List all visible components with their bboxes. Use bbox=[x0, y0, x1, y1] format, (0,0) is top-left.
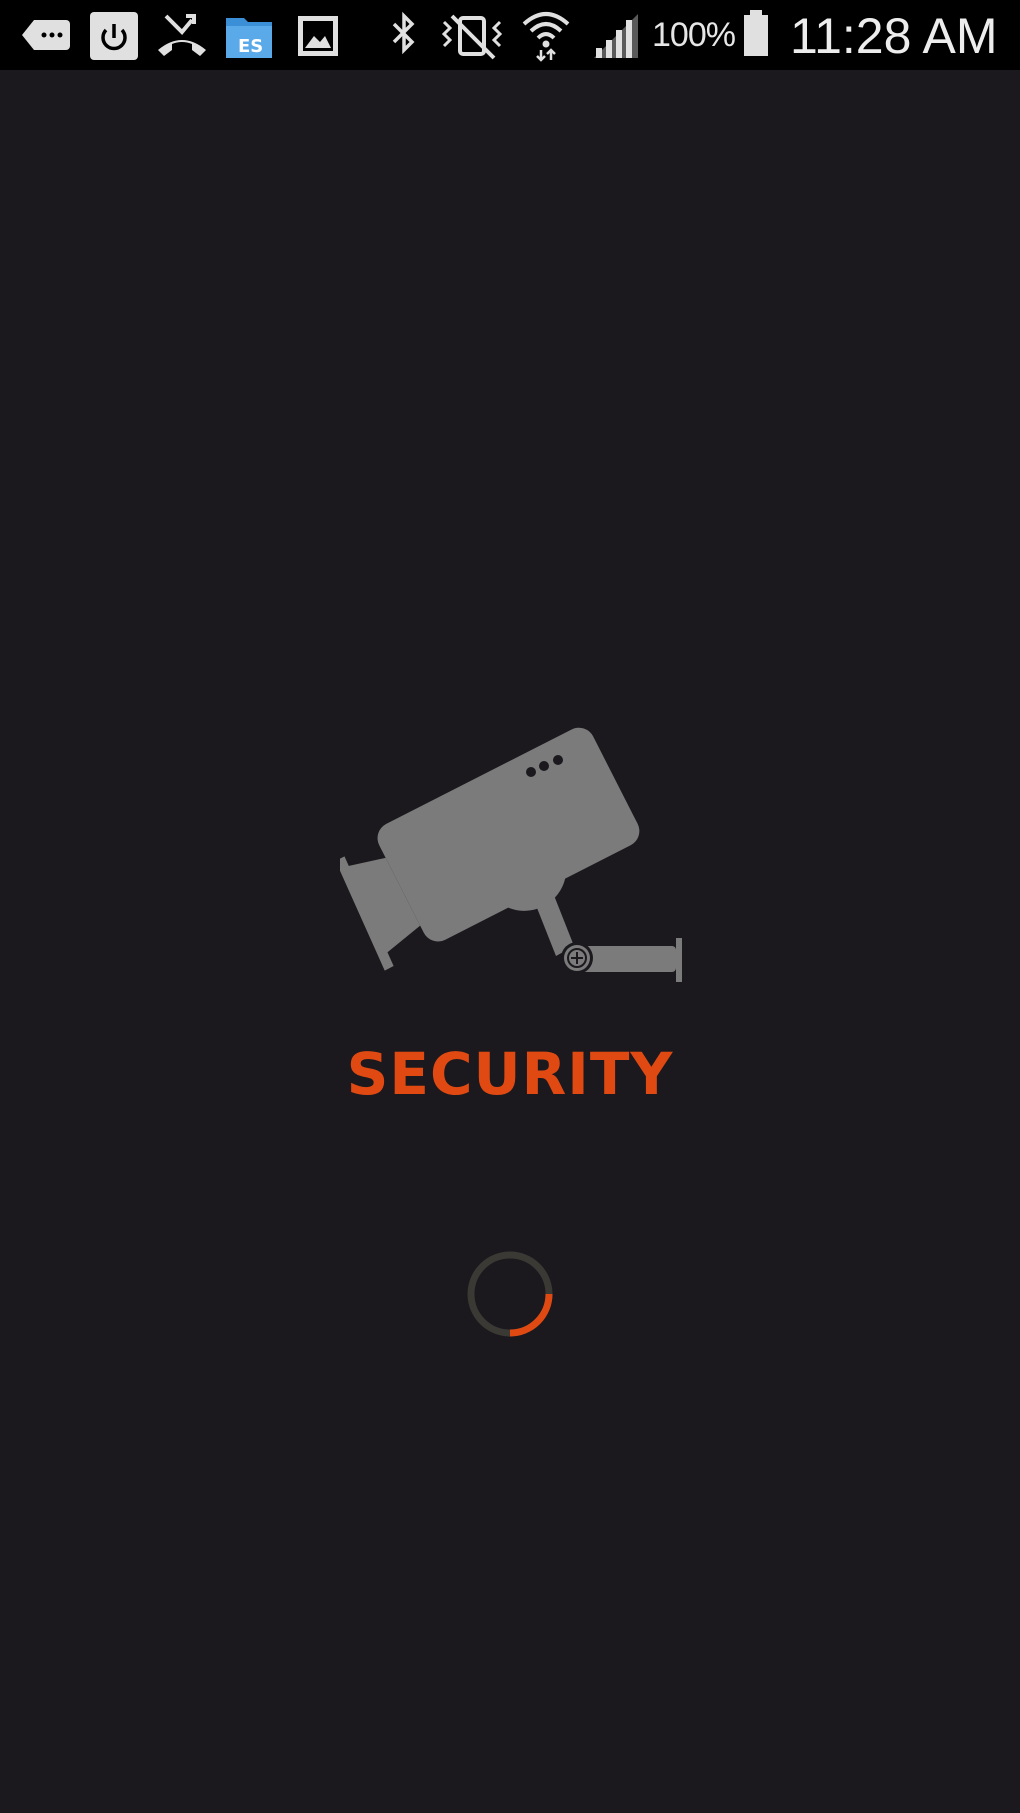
app-title: SECURITY bbox=[346, 1040, 674, 1108]
loading-spinner-icon bbox=[465, 1249, 555, 1339]
signal-icon bbox=[590, 0, 642, 70]
es-file-explorer-icon: ES bbox=[224, 0, 276, 70]
security-camera-icon bbox=[335, 720, 690, 990]
vibrate-icon bbox=[438, 0, 506, 70]
battery-percent: 100% bbox=[652, 16, 736, 54]
power-icon bbox=[88, 0, 140, 70]
bluetooth-icon bbox=[386, 0, 422, 70]
battery-icon bbox=[740, 0, 774, 70]
messages-icon bbox=[20, 0, 72, 70]
clock: 11:28 AM bbox=[790, 8, 998, 64]
svg-text:ES: ES bbox=[238, 36, 263, 57]
gallery-icon bbox=[292, 0, 344, 70]
wifi-icon bbox=[520, 0, 572, 70]
status-bar: ES 100% 11:28 AM bbox=[0, 0, 1020, 70]
missed-call-icon bbox=[156, 0, 208, 70]
